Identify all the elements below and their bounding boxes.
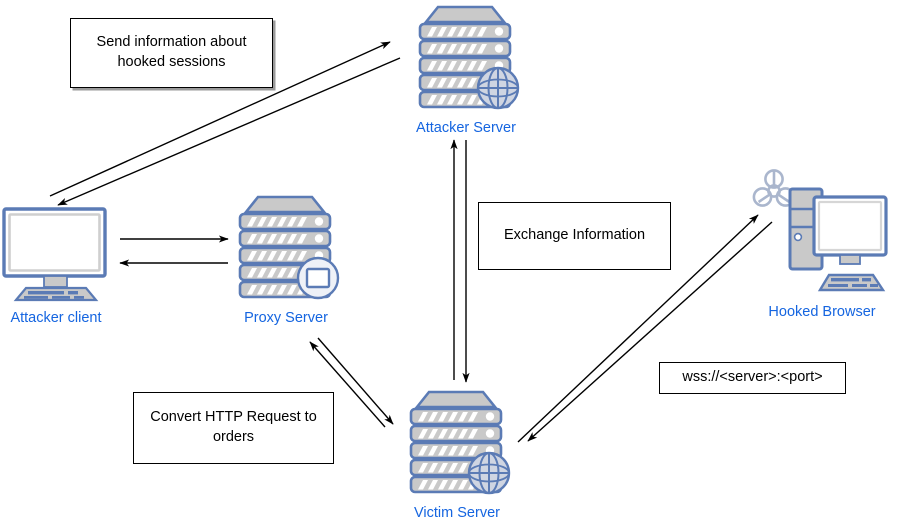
callout-wss-endpoint: wss://<server>:<port> [659, 362, 846, 394]
node-proxy-server[interactable]: Proxy Server [232, 190, 340, 327]
node-label-victim-server: Victim Server [414, 505, 500, 521]
callout-send-information-text: Send information about hooked sessions [96, 34, 247, 70]
callout-send-information: Send information about hooked sessions [70, 18, 273, 88]
node-label-attacker-server: Attacker Server [416, 120, 516, 136]
node-victim-server[interactable]: Victim Server [403, 385, 511, 522]
server-stack-globe-icon [403, 385, 511, 503]
callout-wss-endpoint-text: wss://<server>:<port> [682, 369, 823, 386]
node-attacker-server[interactable]: Attacker Server [412, 0, 520, 137]
node-label-hooked-browser: Hooked Browser [768, 304, 876, 320]
globe-badge-icon [476, 66, 520, 110]
callout-convert-http-request: Convert HTTP Request to orders [133, 392, 334, 464]
node-hooked-browser[interactable]: Hooked Browser [752, 157, 892, 321]
callout-convert-http-request-text: Convert HTTP Request to orders [150, 409, 317, 445]
tower-pc-biohazard-icon [752, 157, 892, 302]
server-stack-screen-icon [232, 190, 340, 308]
callout-exchange-information: Exchange Information [478, 202, 671, 270]
node-label-attacker-client: Attacker client [10, 310, 102, 326]
callout-exchange-information-text: Exchange Information [503, 227, 646, 244]
desktop-monitor-icon [0, 203, 112, 308]
server-stack-globe-icon [412, 0, 520, 118]
node-attacker-client[interactable]: Attacker client [0, 203, 112, 327]
globe-badge-icon [467, 451, 511, 495]
node-label-proxy-server: Proxy Server [244, 310, 328, 326]
diagram-canvas: Attacker client Proxy Server Attacker Se… [0, 0, 907, 523]
biohazard-icon [752, 169, 796, 207]
